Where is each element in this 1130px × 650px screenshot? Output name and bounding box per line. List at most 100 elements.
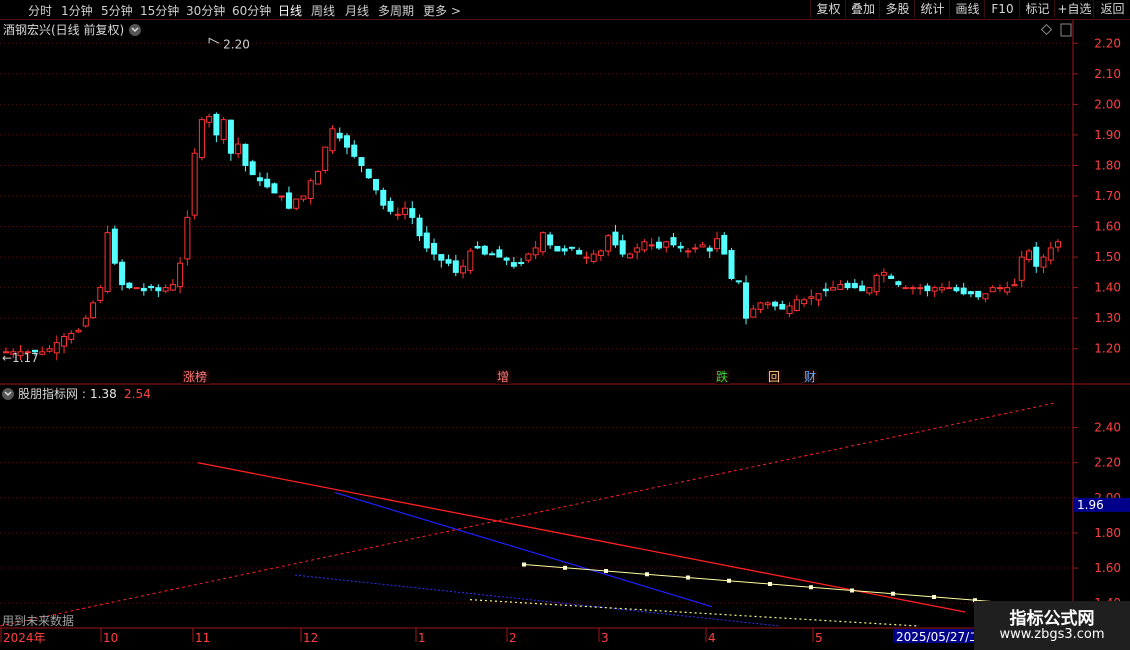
candle-body [119, 261, 126, 286]
candle-body [264, 178, 271, 188]
candle-body [249, 161, 256, 176]
toolbar-button-3[interactable]: 统计 [914, 0, 950, 18]
watermark-badge: 指标公式网 www.zbgs3.com [974, 601, 1130, 650]
cursor-date-label: 2025/05/27/二 [896, 630, 981, 644]
timeframe-tab-0[interactable]: 分时 [28, 2, 52, 19]
candle-body [801, 299, 808, 305]
candle-body [808, 296, 815, 299]
indicator-title: 股朋指标网 : [18, 386, 86, 401]
indicator-line-red-dashed [0, 402, 1056, 627]
candle-body [931, 287, 938, 292]
candle-body [148, 286, 155, 289]
candle-body [735, 280, 742, 283]
candle-body [322, 146, 329, 171]
candle-body [851, 283, 858, 289]
indicator-line-red [197, 462, 966, 613]
timeframe-tab-1[interactable]: 1分钟 [61, 2, 93, 19]
time-label-7: 4 [708, 631, 716, 645]
toolbar-button-2[interactable]: 多股 [879, 0, 915, 18]
candle-body [786, 305, 793, 315]
indicator-marker [932, 594, 936, 599]
candle-body [431, 242, 438, 255]
candle-body [300, 195, 307, 200]
candle-body [518, 262, 525, 265]
candle-body [626, 253, 633, 259]
candle-body [220, 119, 227, 140]
watermark-title: 指标公式网 [1009, 609, 1095, 629]
diamond-icon[interactable] [1040, 23, 1053, 36]
candle-body [510, 262, 517, 267]
time-label-3: 12 [303, 631, 318, 645]
period-toolbar: 分时 1分钟 5分钟 15分钟 30分钟 60分钟 日线 周线 月线 多周期 更多 > 复权 叠加 多股统… [0, 0, 1130, 20]
event-marker-4: 财 [804, 370, 816, 384]
toolbar-button-0[interactable]: 复权 [810, 0, 846, 18]
candle-body [68, 332, 75, 340]
timeframe-tab-4[interactable]: 30分钟 [186, 2, 225, 19]
candle-body [155, 287, 162, 292]
toolbar-button-8[interactable]: 返回 [1093, 0, 1130, 18]
candle-body [996, 287, 1003, 290]
candle-body [336, 132, 343, 139]
indicator-value-2: 2.54 [124, 387, 151, 401]
event-marker-0: 涨榜 [183, 369, 207, 384]
timeframe-tab-7[interactable]: 周线 [311, 2, 335, 19]
time-label-8: 5 [815, 631, 823, 645]
indicator-marker [768, 581, 772, 586]
candle-body [365, 168, 372, 179]
indicator-tick-label: 1.60 [1094, 561, 1121, 575]
candle-body [1033, 246, 1040, 267]
candle-body [561, 248, 568, 252]
indicator-marker [604, 569, 608, 574]
candle-body [583, 256, 590, 259]
candle-body [815, 293, 822, 301]
candle-body [445, 259, 452, 264]
candle-body [772, 301, 779, 307]
candle-body [438, 254, 445, 261]
candle-body [133, 287, 140, 290]
window-toggle-icon[interactable] [1060, 23, 1072, 37]
timeframe-tab-5[interactable]: 60分钟 [232, 2, 271, 19]
toolbar-button-7[interactable]: +自选 [1054, 0, 1094, 18]
candle-body [888, 275, 895, 279]
indicator-marker [891, 591, 895, 596]
timeframe-tab-2[interactable]: 5分钟 [101, 2, 133, 19]
candle-body [830, 287, 837, 291]
candle-body [902, 287, 909, 290]
candle-body [822, 288, 829, 292]
candle-body [111, 228, 118, 264]
timeframe-tab-10[interactable]: 更多 > [423, 2, 461, 19]
candle-body [82, 317, 89, 327]
candle-body [873, 274, 880, 293]
indicator-line-blue-dashed [294, 574, 781, 627]
candle-body [503, 257, 510, 261]
price-tick-label: 2.10 [1094, 67, 1121, 81]
chart-area[interactable]: 2.20 2.10 2.00 1.90 1.80 1.70 1.60 1.50 1.40 1.30… [0, 20, 1130, 650]
time-label-2: 11 [195, 631, 210, 645]
candle-body [684, 250, 691, 253]
candle-body [692, 247, 699, 250]
candle-body [104, 232, 111, 292]
candle-body [793, 299, 800, 312]
candle-body [1018, 256, 1025, 281]
candle-body [460, 265, 467, 274]
indicator-line-yellow-dotted [469, 599, 919, 627]
timeframe-tab-3[interactable]: 15分钟 [140, 2, 179, 19]
timeframe-tab-8[interactable]: 月线 [345, 2, 369, 19]
toolbar-button-1[interactable]: 叠加 [845, 0, 880, 18]
candle-body [380, 189, 387, 206]
time-label-5: 2 [509, 631, 517, 645]
event-marker-3: 回 [768, 370, 780, 384]
candle-body [714, 238, 721, 250]
candle-body [489, 253, 496, 256]
candle-body [1011, 284, 1018, 287]
timeframe-tab-6[interactable]: 日线 [278, 2, 302, 19]
toolbar-button-6[interactable]: 标记 [1019, 0, 1055, 18]
toolbar-button-5[interactable]: F10 [984, 0, 1020, 18]
candle-body [140, 287, 147, 292]
indicator-value-1: 1.38 [90, 387, 117, 401]
candle-body [670, 237, 677, 246]
candle-body [989, 287, 996, 293]
candle-body [496, 249, 503, 258]
timeframe-tab-9[interactable]: 多周期 [378, 2, 414, 19]
toolbar-button-4[interactable]: 画线 [949, 0, 985, 18]
